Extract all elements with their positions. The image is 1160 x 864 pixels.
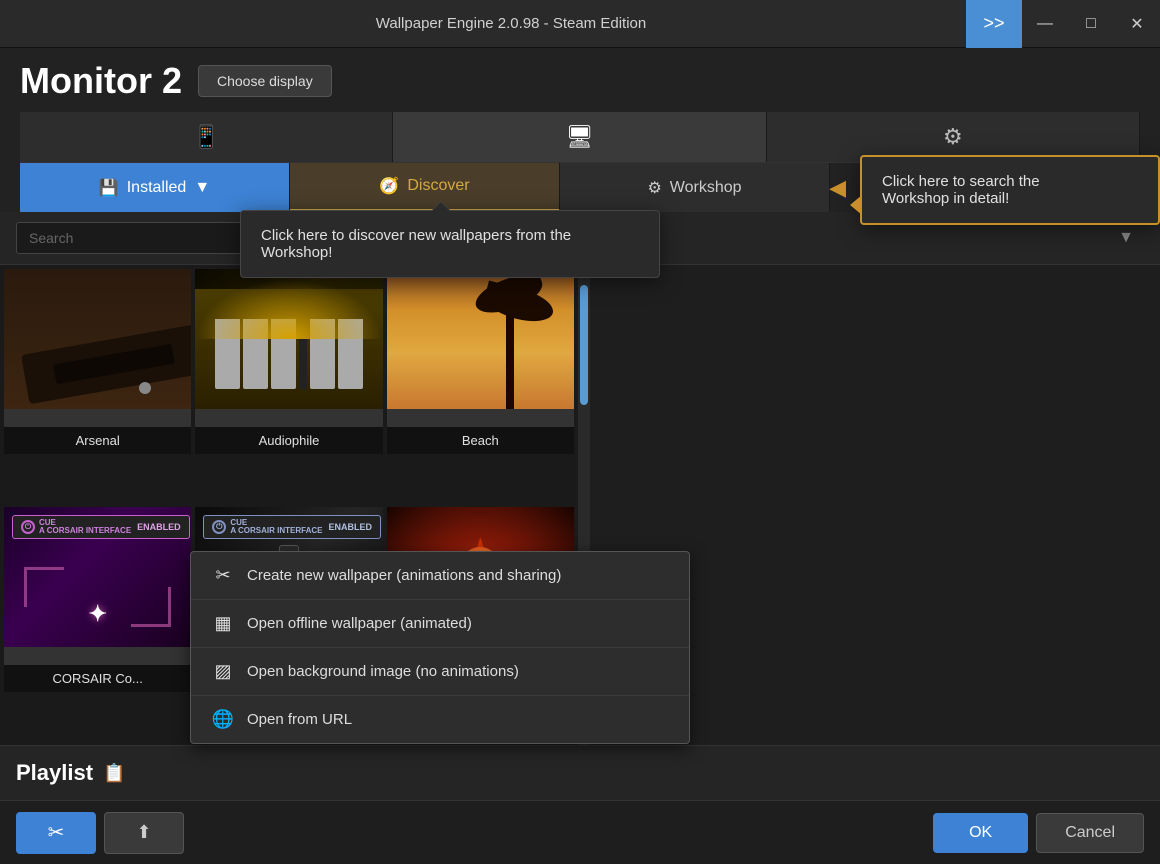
menu-item-offline-label: Open offline wallpaper (animated): [247, 615, 472, 632]
tab-mobile[interactable]: 📱: [20, 112, 393, 162]
tools-button[interactable]: ✂: [16, 812, 96, 854]
tab-workshop[interactable]: ⚙ Workshop: [560, 163, 830, 212]
menu-item-background[interactable]: ▨ Open background image (no animations): [191, 648, 689, 696]
offline-icon: ▦: [211, 613, 235, 634]
monitor-row: Monitor 2 Choose display: [20, 60, 1140, 102]
cue1-thumbnail: ⏻ CUEA CORSAIR INTERFACE ENABLED ✦: [4, 507, 191, 647]
discover-tooltip-text: Click here to discover new wallpapers fr…: [261, 227, 571, 261]
workshop-arrow-icon: ◀: [829, 175, 846, 201]
tab-discover[interactable]: 🧭 Discover: [290, 163, 560, 212]
forward-button[interactable]: >>: [966, 0, 1022, 48]
beach-thumbnail: [387, 269, 574, 409]
monitor-title: Monitor 2: [20, 60, 182, 102]
settings-icon: ⚙: [943, 124, 963, 150]
installed-icon: 💾: [99, 178, 119, 198]
url-icon: 🌐: [211, 709, 235, 730]
arsenal-label: Arsenal: [4, 427, 191, 454]
titlebar: Wallpaper Engine 2.0.98 - Steam Edition …: [0, 0, 1160, 48]
tab-desktop[interactable]: 🖥: [393, 112, 766, 162]
menu-item-create[interactable]: ✂ Create new wallpaper (animations and s…: [191, 552, 689, 600]
maximize-button[interactable]: □: [1068, 0, 1114, 48]
beach-label: Beach: [387, 427, 574, 454]
bottom-bar: ✂ ⬆ OK Cancel: [0, 800, 1160, 864]
tab-installed-label: Installed: [127, 179, 187, 197]
minimize-button[interactable]: —: [1022, 0, 1068, 48]
cancel-button[interactable]: Cancel: [1036, 813, 1144, 853]
playlist-add-icon[interactable]: 📋: [103, 763, 125, 784]
workshop-tooltip: Click here to search the Workshop in det…: [860, 155, 1160, 225]
playlist-row: Playlist 📋: [0, 745, 1160, 800]
close-button[interactable]: ✕: [1114, 0, 1160, 48]
scrollbar-thumb[interactable]: [580, 285, 588, 405]
tab-discover-label: Discover: [407, 177, 469, 195]
scissors-icon: ✂: [48, 820, 65, 845]
mobile-icon: 📱: [192, 124, 219, 150]
workshop-tooltip-text: Click here to search the Workshop in det…: [882, 173, 1040, 207]
menu-item-create-label: Create new wallpaper (animations and sha…: [247, 567, 561, 584]
wallpaper-item-audiophile[interactable]: Audiophile: [195, 269, 382, 454]
tab-workshop-label: Workshop: [670, 179, 742, 197]
wallpaper-item-beach[interactable]: Beach: [387, 269, 574, 454]
ok-button[interactable]: OK: [933, 813, 1028, 853]
tab-installed[interactable]: 💾 Installed ▼: [20, 163, 290, 212]
discover-icon: 🧭: [379, 176, 399, 196]
background-icon: ▨: [211, 661, 235, 682]
create-icon: ✂: [211, 565, 235, 586]
menu-item-url[interactable]: 🌐 Open from URL: [191, 696, 689, 743]
cue1-label: CORSAIR Co...: [4, 665, 191, 692]
audiophile-label: Audiophile: [195, 427, 382, 454]
wallpaper-item-cue1[interactable]: ⏻ CUEA CORSAIR INTERFACE ENABLED ✦ CORSA…: [4, 507, 191, 692]
playlist-label: Playlist: [16, 760, 93, 786]
menu-item-url-label: Open from URL: [247, 711, 352, 728]
bottom-right-buttons: OK Cancel: [933, 813, 1144, 853]
menu-item-offline[interactable]: ▦ Open offline wallpaper (animated): [191, 600, 689, 648]
search-input[interactable]: [16, 222, 256, 254]
window-title: Wallpaper Engine 2.0.98 - Steam Edition: [56, 15, 966, 32]
upload-button[interactable]: ⬆: [104, 812, 184, 854]
context-menu: ✂ Create new wallpaper (animations and s…: [190, 551, 690, 744]
dropdown-arrow-icon: ▼: [1118, 229, 1134, 247]
choose-display-button[interactable]: Choose display: [198, 65, 332, 97]
upload-icon: ⬆: [136, 822, 151, 843]
desktop-icon: 🖥: [566, 124, 594, 150]
titlebar-controls: >> — □ ✕: [966, 0, 1160, 47]
menu-item-background-label: Open background image (no animations): [247, 663, 519, 680]
bottom-left-buttons: ✂ ⬆: [16, 812, 184, 854]
installed-dropdown-icon: ▼: [194, 179, 210, 197]
wallpaper-item-arsenal[interactable]: Arsenal: [4, 269, 191, 454]
audiophile-thumbnail: [195, 269, 382, 409]
arsenal-thumbnail: [4, 269, 191, 409]
workshop-steam-icon: ⚙: [647, 178, 661, 198]
discover-tooltip: Click here to discover new wallpapers fr…: [240, 210, 660, 278]
